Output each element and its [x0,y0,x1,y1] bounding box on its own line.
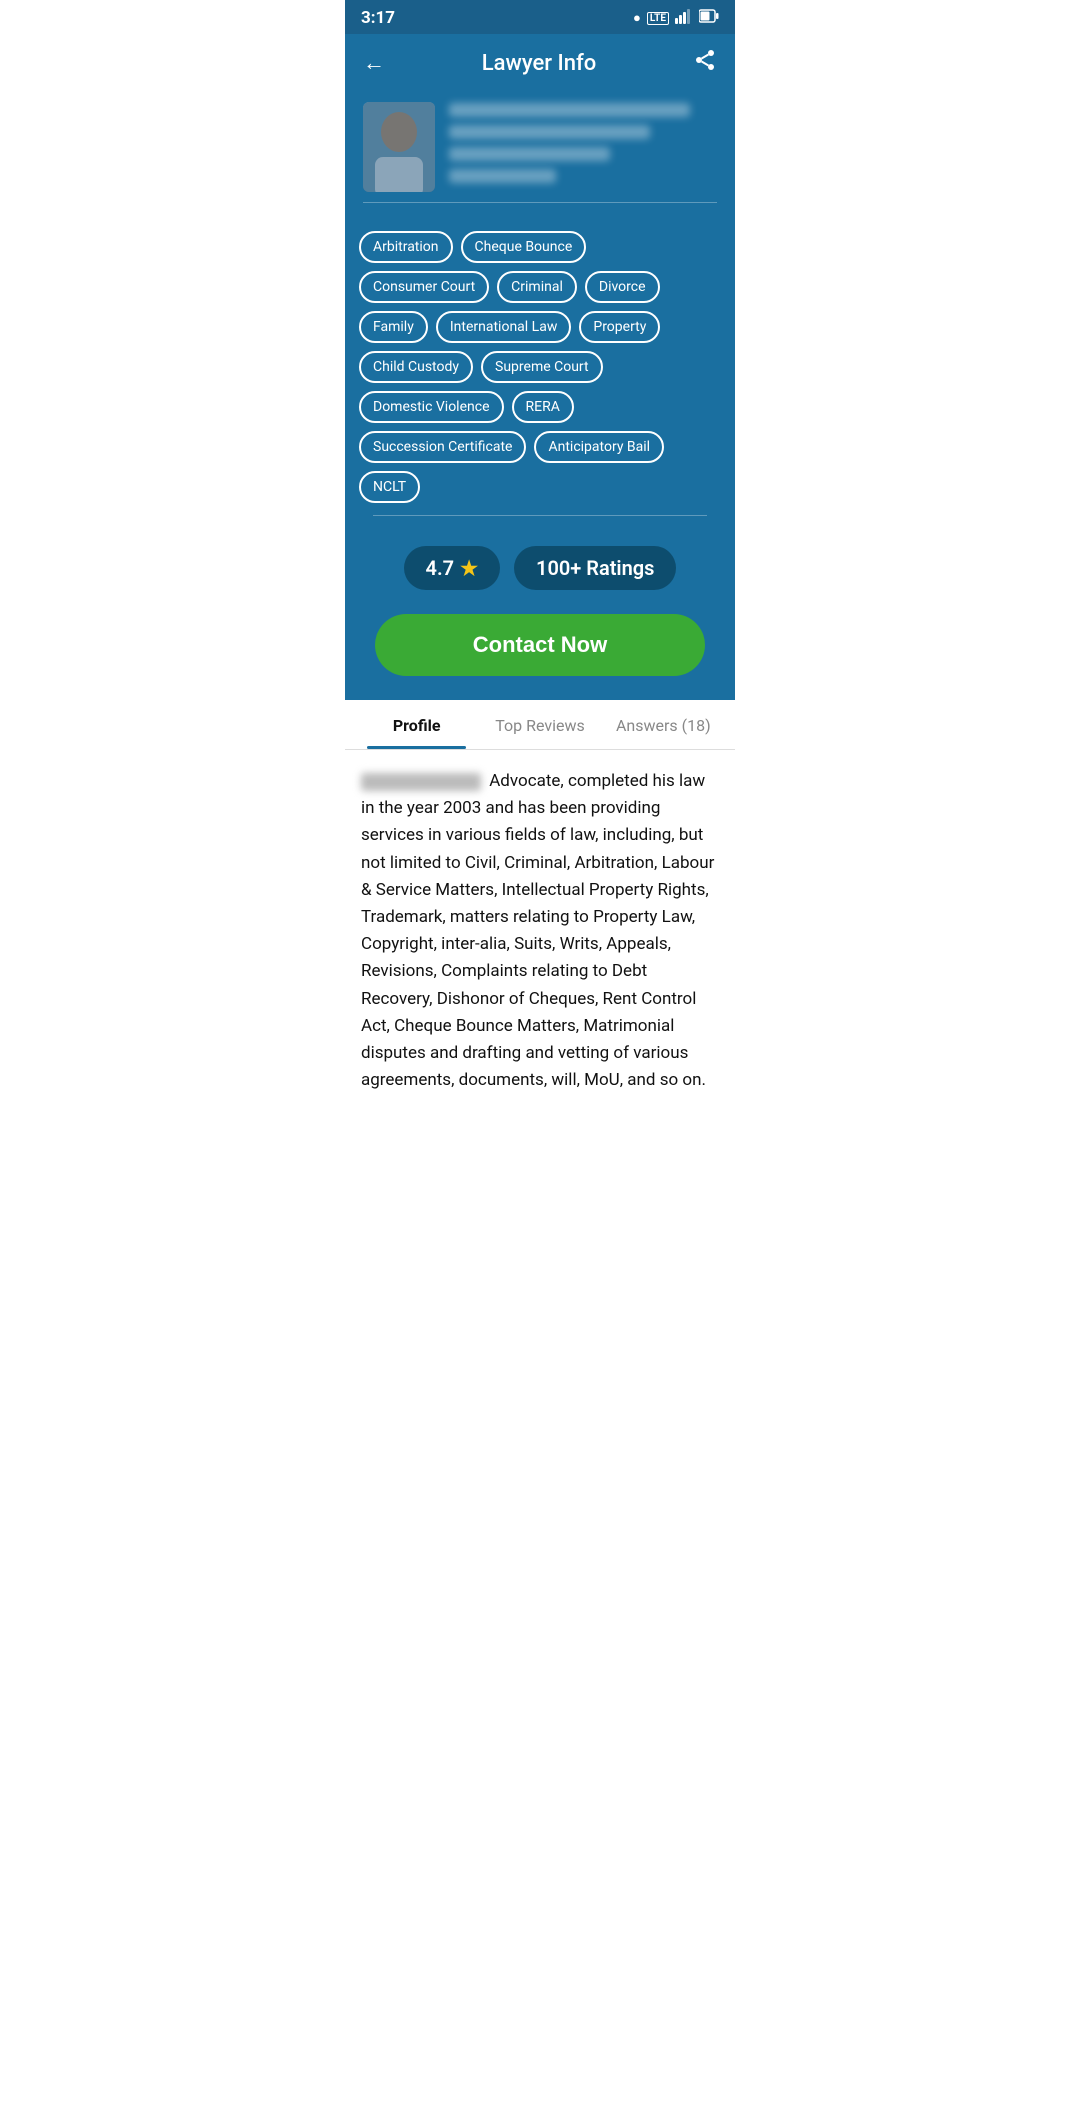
page-title: Lawyer Info [482,51,596,76]
tags-divider [373,515,707,516]
bio-section: Advocate, completed his law in the year … [345,750,735,1114]
status-bar: 3:17 ● LTE [345,0,735,34]
battery-icon [699,9,719,27]
ratings-label: 100+ Ratings [536,556,654,580]
star-icon: ★ [460,556,478,580]
avatar [363,102,435,192]
tab-profile[interactable]: Profile [355,700,478,749]
tag-criminal[interactable]: Criminal [497,271,577,303]
profile-section [345,92,735,231]
tab-top-reviews[interactable]: Top Reviews [478,700,601,749]
contact-now-button[interactable]: Contact Now [375,614,705,676]
rating-section: 4.7 ★ 100+ Ratings [345,530,735,600]
tag-property[interactable]: Property [579,311,660,343]
tag-domestic-violence[interactable]: Domestic Violence [359,391,504,423]
tags-container: ArbitrationCheque Bounce Consumer CourtCr… [345,231,735,530]
contact-section: Contact Now [345,600,735,700]
tag-international-law[interactable]: International Law [436,311,572,343]
lawyer-name-blurred [449,103,717,191]
tags-row: ArbitrationCheque Bounce Consumer CourtCr… [359,231,721,503]
tag-cheque-bounce[interactable]: Cheque Bounce [461,231,587,263]
lte-badge: LTE [647,12,669,25]
rating-score: 4.7 [426,556,455,580]
bio-name-blurred [361,773,481,791]
signal-icon [675,8,693,28]
rating-pill: 4.7 ★ [404,546,500,590]
dot-indicator: ● [633,10,641,26]
tag-nclt[interactable]: NCLT [359,471,420,503]
tabs-bar: ProfileTop ReviewsAnswers (18) [345,700,735,750]
tag-family[interactable]: Family [359,311,428,343]
status-time: 3:17 [361,8,395,28]
back-button[interactable]: ← [363,50,385,76]
tag-anticipatory-bail[interactable]: Anticipatory Bail [534,431,664,463]
tag-succession-certificate[interactable]: Succession Certificate [359,431,526,463]
bio-text: Advocate, completed his law in the year … [361,768,719,1094]
tag-supreme-court[interactable]: Supreme Court [481,351,603,383]
share-button[interactable] [693,48,717,78]
tag-divorce[interactable]: Divorce [585,271,660,303]
header: ← Lawyer Info [345,34,735,92]
tag-rera[interactable]: RERA [512,391,574,423]
tag-child-custody[interactable]: Child Custody [359,351,473,383]
status-icons: ● LTE [633,8,719,28]
profile-divider [363,202,717,203]
tab-answers[interactable]: Answers (18) [602,700,725,749]
profile-row [363,102,717,192]
bio-content: Advocate, completed his law in the year … [361,771,714,1090]
tag-arbitration[interactable]: Arbitration [359,231,453,263]
ratings-count-pill: 100+ Ratings [514,546,676,590]
tag-consumer-court[interactable]: Consumer Court [359,271,489,303]
